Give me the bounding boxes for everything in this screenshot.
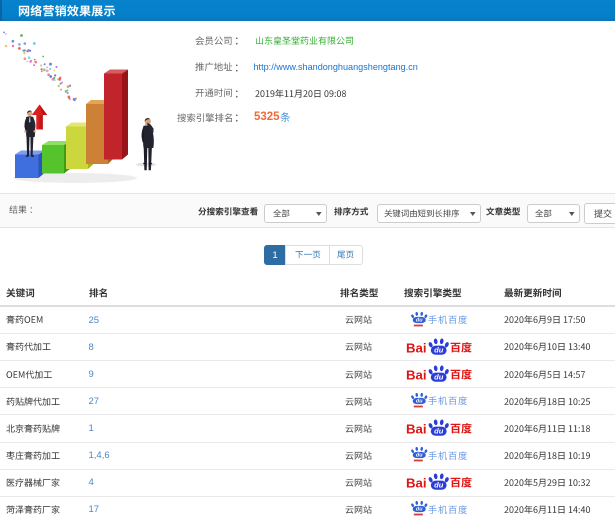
svg-text:du: du xyxy=(434,481,444,490)
svg-text:du: du xyxy=(416,453,423,459)
svg-text:du: du xyxy=(434,427,444,436)
svg-text:Bai: Bai xyxy=(406,367,427,382)
svg-text:Bai: Bai xyxy=(406,340,427,355)
svg-text:du: du xyxy=(416,507,423,513)
svg-text:Bai: Bai xyxy=(406,476,427,491)
svg-text:du: du xyxy=(416,317,423,323)
svg-text:du: du xyxy=(434,372,444,381)
svg-text:du: du xyxy=(416,398,423,404)
svg-text:Bai: Bai xyxy=(406,421,427,436)
svg-text:du: du xyxy=(434,345,444,354)
